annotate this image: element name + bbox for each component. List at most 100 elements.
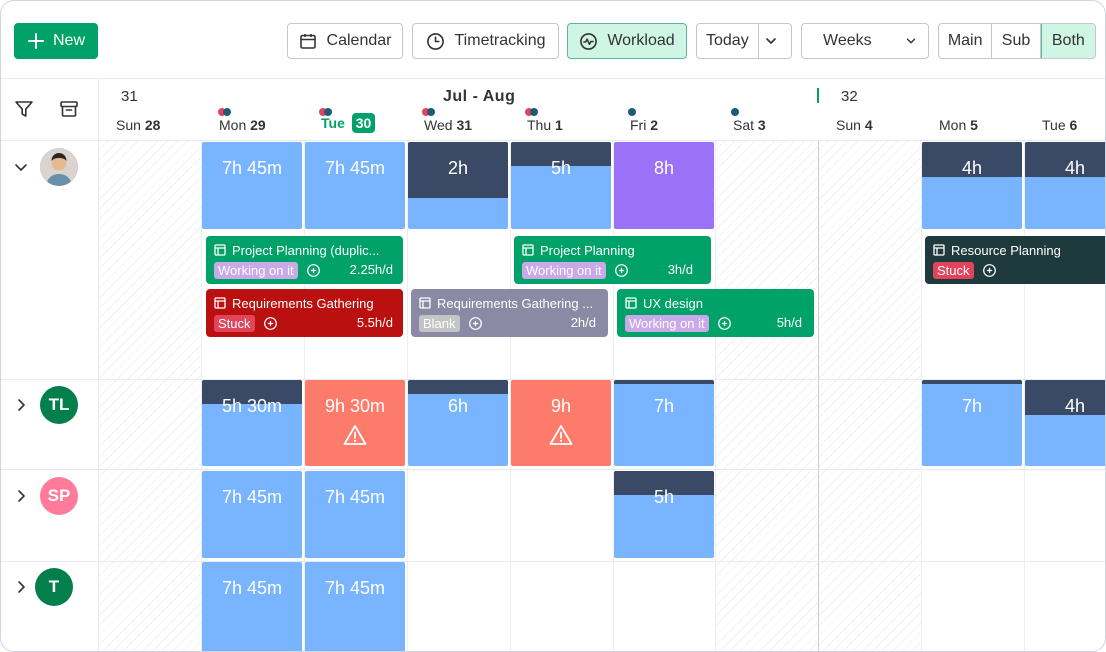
archive-icon[interactable] [59,99,79,119]
owner-dots [319,108,339,116]
workload-hours: 9h 30m [324,396,386,416]
avatar[interactable]: SP [40,477,78,515]
toolbar: New Calendar Timetracking Workload Today… [1,1,1105,79]
weekend-column [819,141,921,651]
workload-cell[interactable]: 4h [1025,142,1105,229]
status-badge[interactable]: Stuck [933,261,974,279]
new-button[interactable]: New [14,23,98,59]
add-update-icon[interactable] [263,316,278,331]
workload-cell[interactable]: 7h 45m [202,562,302,651]
owner-dot [731,108,739,116]
task-bar[interactable]: Project Planning (duplic... Working on i… [206,236,403,284]
workload-view-button[interactable]: Workload [567,23,687,59]
chevron-right-icon[interactable] [13,579,29,595]
workload-cell-overloaded[interactable]: 9h 30m [305,380,405,466]
add-update-icon[interactable] [717,316,732,331]
status-badge[interactable]: Blank [419,314,460,332]
task-bar[interactable]: UX design Working on it 5h/d [617,289,814,337]
workload-cell[interactable]: 5h 30m [202,380,302,466]
task-title: Project Planning [540,242,635,258]
workload-hours: 5h [550,158,572,178]
chevron-down-icon [906,38,916,44]
chevron-right-icon[interactable] [13,488,29,504]
day-name: Tue [1042,117,1066,133]
timetracking-label: Timetracking [454,32,546,49]
row-divider [1,561,1105,562]
day-number: 2 [650,117,659,133]
status-badge[interactable]: Working on it [522,261,606,279]
task-title: Project Planning (duplic... [232,242,380,258]
chevron-right-icon[interactable] [13,397,29,413]
owner-dot [628,108,636,116]
avatar[interactable]: TL [40,386,78,424]
status-badge[interactable]: Working on it [625,314,709,332]
workload-hours: 7h 45m [221,158,283,178]
workload-cell[interactable]: 4h [1025,380,1105,466]
today-button[interactable]: Today [696,23,792,59]
month-range: Jul - Aug [443,88,516,105]
owner-dots [628,108,638,116]
owner-dot [427,108,435,116]
task-bar[interactable]: Project Planning Working on it 3h/d [514,236,711,284]
workload-cell[interactable]: 7h 45m [305,471,405,558]
week-number: 32 [841,88,858,105]
workload-hours: 8h [653,158,675,178]
workload-cell[interactable]: 8h [614,142,714,229]
chevron-down-icon[interactable] [763,33,779,49]
workload-cell[interactable]: 7h 45m [202,471,302,558]
workload-cell[interactable]: 7h [922,380,1022,466]
task-rate: 5.5h/d [356,315,393,330]
workload-cell[interactable]: 5h [511,142,611,229]
task-bar[interactable]: Requirements Gathering Stuck 5.5h/d [206,289,403,337]
workload-cell-overloaded[interactable]: 9h [511,380,611,466]
avatar[interactable]: T [35,568,73,606]
range-select[interactable]: Weeks [801,23,929,59]
avatar[interactable] [40,148,78,186]
add-update-icon[interactable] [468,316,483,331]
timetracking-view-button[interactable]: Timetracking [412,23,559,59]
task-icon [522,244,534,256]
task-icon [214,297,226,309]
day-name: Sun [116,117,141,133]
workload-cell[interactable]: 7h [614,380,714,466]
workload-hours: 4h [1064,158,1086,178]
workload-cell[interactable]: 6h [408,380,508,466]
chevron-down-icon[interactable] [13,159,29,175]
filter-icon[interactable] [14,99,34,119]
main-toggle[interactable]: Main [939,24,993,58]
range-select-value: Weeks [823,32,872,49]
both-toggle[interactable]: Both [1040,24,1095,58]
calendar-view-button[interactable]: Calendar [287,23,403,59]
workload-cell[interactable]: 7h 45m [202,142,302,229]
workload-cell[interactable]: 5h [614,471,714,558]
add-update-icon[interactable] [614,263,629,278]
task-rate: 5h/d [776,315,802,330]
status-badge[interactable]: Stuck [214,314,255,332]
weekend-column [99,141,201,651]
workload-cell[interactable]: 4h [922,142,1022,229]
add-update-icon[interactable] [982,263,997,278]
allocated-bar [614,380,714,384]
owner-dots [525,108,545,116]
weekend-column [716,141,818,651]
status-badge[interactable]: Working on it [214,261,298,279]
day-header: Mon 5 [939,117,978,133]
add-update-icon[interactable] [306,263,321,278]
task-icon [214,244,226,256]
task-bar[interactable]: Requirements Gathering ... Blank 2h/d [411,289,608,337]
warning-icon [549,425,573,445]
workload-cell[interactable]: 7h 45m [305,142,405,229]
workload-cell[interactable]: 7h 45m [305,562,405,651]
workload-cell[interactable]: 2h [408,142,508,229]
owner-dots [731,108,741,116]
day-number: 6 [1069,117,1078,133]
task-bar[interactable]: Resource Planning Stuck [925,236,1105,284]
day-number: 28 [144,117,161,133]
workload-hours: 7h 45m [221,578,283,598]
sub-toggle[interactable]: Sub [992,24,1041,58]
day-header: Tue 30 [321,113,376,133]
task-icon [419,297,431,309]
left-column-border [98,79,99,651]
calendar-icon [299,34,316,49]
day-number: 4 [864,117,873,133]
